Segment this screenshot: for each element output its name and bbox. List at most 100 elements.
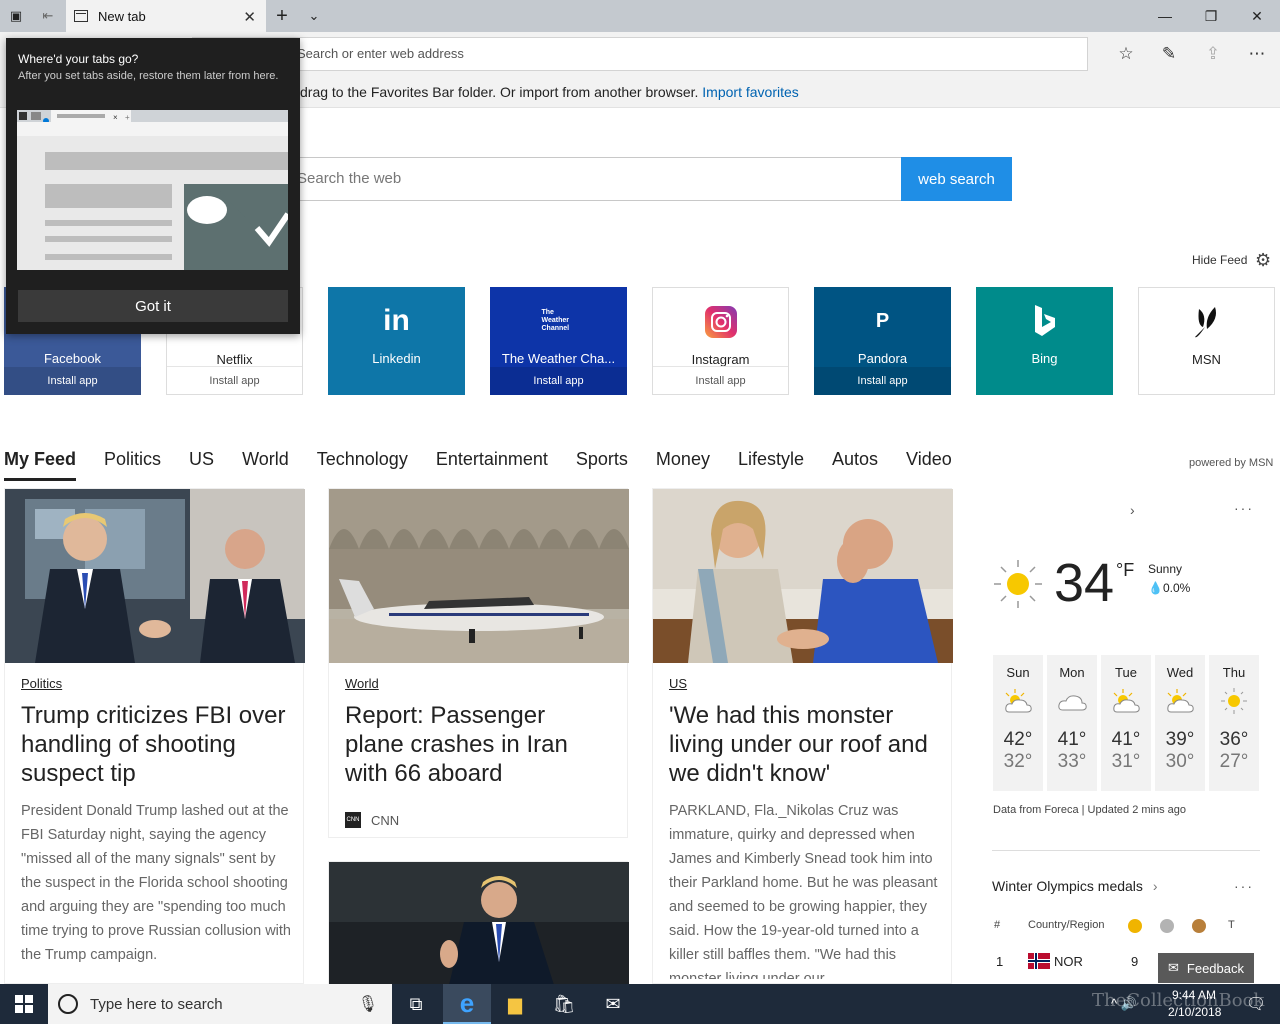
card-headline[interactable]: 'We had this monster living under our ro…	[669, 701, 941, 788]
card-category[interactable]: US	[669, 676, 687, 691]
microphone-icon[interactable]: 🎙	[358, 994, 378, 1014]
install-app-button[interactable]: Install app	[653, 366, 788, 394]
weather-condition: Sunny	[1148, 562, 1183, 576]
feed-tab-lifestyle[interactable]: Lifestyle	[738, 449, 804, 481]
feed-tab-us[interactable]: US	[189, 449, 214, 481]
silver-medal-icon	[1160, 919, 1174, 933]
import-favorites-link[interactable]: Import favorites	[702, 84, 798, 100]
install-app-button[interactable]: Install app	[814, 367, 951, 395]
forecast-high: 42°	[1003, 729, 1033, 750]
taskbar-search-box[interactable]: Type here to search 🎙	[48, 984, 392, 1024]
news-card-1[interactable]: Politics Trump criticizes FBI over handl…	[4, 488, 305, 984]
olympics-title[interactable]: Winter Olympics medals ›	[992, 878, 1157, 894]
forecast-day[interactable]: Mon 41° 33°	[1047, 655, 1097, 791]
mail-icon[interactable]: ✉	[589, 984, 637, 1024]
pandora-icon: P	[875, 309, 890, 332]
more-menu-icon[interactable]: ⋯	[1241, 40, 1273, 68]
tabs-aside-icon[interactable]: ▣	[0, 0, 32, 32]
weather-next-chevron-icon[interactable]: ›	[1130, 502, 1135, 518]
feed-tab-sports[interactable]: Sports	[576, 449, 628, 481]
favorites-icon[interactable]: ☆	[1110, 40, 1142, 68]
close-tab-icon[interactable]: ✕	[243, 8, 256, 26]
windows-start-icon[interactable]	[0, 984, 48, 1024]
install-app-button[interactable]: Install app	[4, 367, 141, 395]
web-search-button[interactable]: web search	[901, 157, 1012, 201]
trump-walking-photo	[329, 862, 629, 985]
partly-sunny-icon	[1101, 688, 1151, 717]
weather-footer: Data from Foreca | Updated 2 mins ago	[993, 804, 1187, 816]
news-card-2[interactable]: World Report: Passenger plane crashes in…	[328, 488, 629, 838]
olympics-more-icon[interactable]: ···	[1234, 878, 1254, 894]
feed-tab-my-feed[interactable]: My Feed	[4, 449, 77, 481]
share-icon[interactable]: ⇪	[1197, 40, 1229, 68]
row-gold: 9	[1131, 954, 1139, 969]
popup-body: After you set tabs aside, restore them l…	[18, 70, 279, 82]
minimize-button[interactable]: —	[1142, 0, 1188, 32]
tab-new[interactable]: New tab ✕	[66, 0, 266, 32]
restore-button[interactable]: ❐	[1188, 0, 1234, 32]
tile-bing[interactable]: Bing	[976, 287, 1113, 395]
card-category[interactable]: Politics	[21, 676, 62, 691]
feedback-button[interactable]: ✉ Feedback	[1158, 953, 1254, 983]
new-tab-plus-icon[interactable]: +	[266, 0, 298, 32]
forecast-day-name: Thu	[1222, 665, 1246, 680]
bing-icon	[1033, 301, 1057, 341]
card-source-name: CNN	[371, 812, 400, 828]
set-tabs-aside-icon[interactable]: ⇤	[32, 0, 64, 32]
forecast-low: 30°	[1165, 751, 1195, 772]
settings-gear-icon[interactable]: ⚙	[1255, 250, 1271, 271]
got-it-button[interactable]: Got it	[18, 290, 288, 322]
install-app-button[interactable]: Install app	[490, 367, 627, 395]
feed-tab-autos[interactable]: Autos	[832, 449, 878, 481]
weather-more-icon[interactable]: ···	[1234, 500, 1254, 516]
forecast-day[interactable]: Thu 36° 27°	[1209, 655, 1259, 791]
card-headline[interactable]: Trump criticizes FBI over handling of sh…	[21, 701, 291, 788]
row-country: NOR	[1054, 954, 1083, 969]
address-placeholder: Search or enter web address	[297, 46, 464, 61]
close-window-button[interactable]: ✕	[1234, 0, 1280, 32]
forecast-low: 33°	[1057, 751, 1087, 772]
news-card-3[interactable]: US 'We had this monster living under our…	[652, 488, 953, 984]
feed-tab-world[interactable]: World	[242, 449, 289, 481]
cnn-logo-icon: CNN	[345, 812, 361, 828]
feed-tab-politics[interactable]: Politics	[104, 449, 161, 481]
forecast-high: 41°	[1057, 729, 1087, 750]
tile-pandora[interactable]: P Pandora Install app	[814, 287, 951, 395]
hide-feed-link[interactable]: Hide Feed	[1192, 253, 1247, 267]
install-app-button[interactable]: Install app	[167, 366, 302, 394]
divider	[992, 850, 1260, 851]
feed-nav: My Feed Politics US World Technology Entertai…	[4, 449, 980, 481]
news-card-4[interactable]	[328, 861, 629, 985]
forecast-day[interactable]: Wed 39° 30°	[1155, 655, 1205, 791]
tabs-aside-popup: Where'd your tabs go? After you set tabs…	[6, 38, 300, 334]
trump-fbi-photo	[5, 489, 305, 663]
sunny-icon	[1209, 688, 1259, 717]
cloudy-icon	[1047, 688, 1097, 717]
task-view-icon[interactable]: ⧉	[392, 984, 440, 1024]
edge-icon[interactable]: e	[443, 984, 491, 1024]
tile-instagram[interactable]: Instagram Install app	[652, 287, 789, 395]
feed-tab-entertainment[interactable]: Entertainment	[436, 449, 548, 481]
parkland-couple-photo	[653, 489, 953, 663]
feed-tab-money[interactable]: Money	[656, 449, 710, 481]
taskbar-search-placeholder: Type here to search	[90, 995, 223, 1013]
tile-linkedin[interactable]: in Linkedin	[328, 287, 465, 395]
card-headline[interactable]: Report: Passenger plane crashes in Iran …	[345, 701, 605, 788]
temp-unit[interactable]: °F	[1116, 560, 1134, 581]
taskbar: Type here to search 🎙 ⧉ e ▆ 🛍 ✉ ^ 🔊 9:44…	[0, 984, 1280, 1024]
cortana-icon	[58, 994, 78, 1014]
instagram-icon	[704, 302, 737, 342]
feed-tab-technology[interactable]: Technology	[317, 449, 408, 481]
forecast-day[interactable]: Sun 42° 32°	[993, 655, 1043, 791]
card-category[interactable]: World	[345, 676, 379, 691]
file-explorer-icon[interactable]: ▆	[491, 984, 539, 1024]
address-bar-input[interactable]: Search or enter web address	[192, 37, 1088, 71]
feed-tab-video[interactable]: Video	[906, 449, 952, 481]
web-note-icon[interactable]: ✎	[1153, 40, 1185, 68]
store-icon[interactable]: 🛍	[540, 984, 588, 1024]
forecast-day[interactable]: Tue 41° 31°	[1101, 655, 1151, 791]
tile-msn[interactable]: MSN	[1138, 287, 1275, 395]
tab-preview-chevron-icon[interactable]: ⌄	[298, 0, 330, 32]
popup-title: Where'd your tabs go?	[18, 52, 139, 66]
tile-the-weather-cha[interactable]: The Weather Channel The Weather Cha... Ins…	[490, 287, 627, 395]
